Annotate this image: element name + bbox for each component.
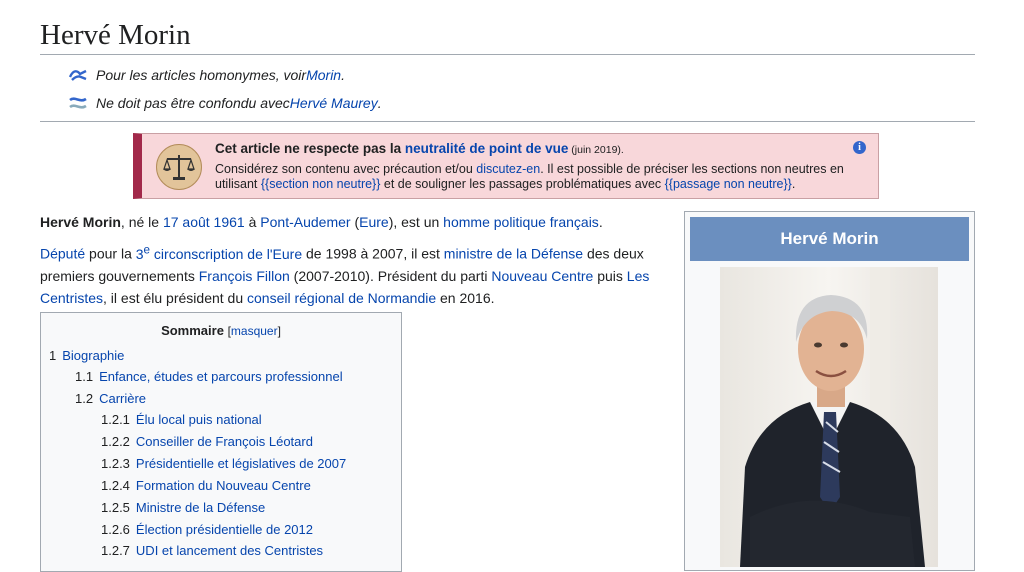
banner-title: Cet article ne respecte pas la neutralit… [215, 141, 624, 156]
hatnote-text: Pour les articles homonymes, voir [96, 67, 307, 83]
discuss-link[interactable]: discutez-en [476, 162, 540, 176]
neutrality-banner: Cet article ne respecte pas la neutralit… [133, 133, 879, 199]
section-template-link[interactable]: {{section non neutre}} [261, 177, 381, 191]
neutrality-link[interactable]: neutralité de point de vue [405, 141, 569, 156]
page-title: Hervé Morin [40, 16, 975, 55]
fillon-link[interactable]: François Fillon [199, 268, 290, 284]
hatnote-link-herve-maurey[interactable]: Hervé Maurey [290, 94, 378, 112]
toc-item-conseiller-leotard[interactable]: 1.2.2 Conseiller de François Léotard [101, 434, 313, 450]
lead-paragraph-1: Hervé Morin, né le 17 août 1961 à Pont-A… [40, 214, 603, 230]
toc-item-presidentielle-2012[interactable]: 1.2.6 Élection présidentielle de 2012 [101, 522, 313, 538]
toc-item-enfance[interactable]: 1.1 Enfance, études et parcours professio… [75, 369, 343, 385]
confusion-icon [69, 97, 87, 109]
minister-defense-link[interactable]: ministre de la Défense [444, 246, 583, 262]
toc-item-elu-local[interactable]: 1.2.1 Élu local puis national [101, 412, 262, 428]
role-link[interactable]: homme politique français [443, 214, 599, 230]
hatnote-homonymes: Pour les articles homonymes, voir Morin … [68, 66, 345, 84]
birthplace-link[interactable]: Pont-Audemer [260, 214, 350, 230]
lead-paragraph-2: Député pour la 3e circonscription de l'E… [40, 243, 650, 306]
hatnote-link-morin[interactable]: Morin [306, 66, 341, 84]
info-icon[interactable]: i [853, 141, 866, 154]
hatnote-text: Ne doit pas être confondu avec [96, 95, 290, 111]
toc-item-ministre-defense[interactable]: 1.2.5 Ministre de la Défense [101, 500, 265, 516]
hatnote-confusion: Ne doit pas être confondu avec Hervé Mau… [68, 94, 382, 112]
passage-template-link[interactable]: {{passage non neutre}} [665, 177, 792, 191]
depute-link[interactable]: Député [40, 246, 85, 262]
infobox-title: Hervé Morin [690, 217, 969, 261]
hatnote-separator [40, 121, 975, 122]
nouveau-centre-link[interactable]: Nouveau Centre [491, 268, 593, 284]
subject-name: Hervé Morin [40, 214, 121, 230]
toc-item-nouveau-centre[interactable]: 1.2.4 Formation du Nouveau Centre [101, 478, 311, 494]
disambiguation-icon [68, 69, 87, 81]
conseil-regional-link[interactable]: conseil régional de Normandie [247, 290, 436, 306]
banner-body: Considérez son contenu avec précaution e… [215, 162, 844, 191]
scales-icon [156, 144, 202, 190]
birthdate-link[interactable]: 17 août 1961 [163, 214, 245, 230]
circonscription-link[interactable]: 3e circonscription de l'Eure [136, 243, 302, 262]
toc-item-biographie[interactable]: 1 Biographie [49, 348, 124, 364]
toc-toggle[interactable]: [masquer] [228, 324, 281, 338]
department-link[interactable]: Eure [359, 214, 389, 230]
infobox: Hervé Morin [684, 211, 975, 571]
toc-title: Sommaire [masquer] [161, 323, 281, 338]
toc-item-carriere[interactable]: 1.2 Carrière [75, 391, 146, 407]
portrait-photo[interactable] [720, 267, 938, 567]
toc-item-udi[interactable]: 1.2.7 UDI et lancement des Centristes [101, 543, 323, 559]
toc-item-presidentielle-2007[interactable]: 1.2.3 Présidentielle et législatives de 2… [101, 456, 346, 472]
table-of-contents: Sommaire [masquer] 1 Biographie 1.1 Enfanc… [40, 312, 402, 572]
